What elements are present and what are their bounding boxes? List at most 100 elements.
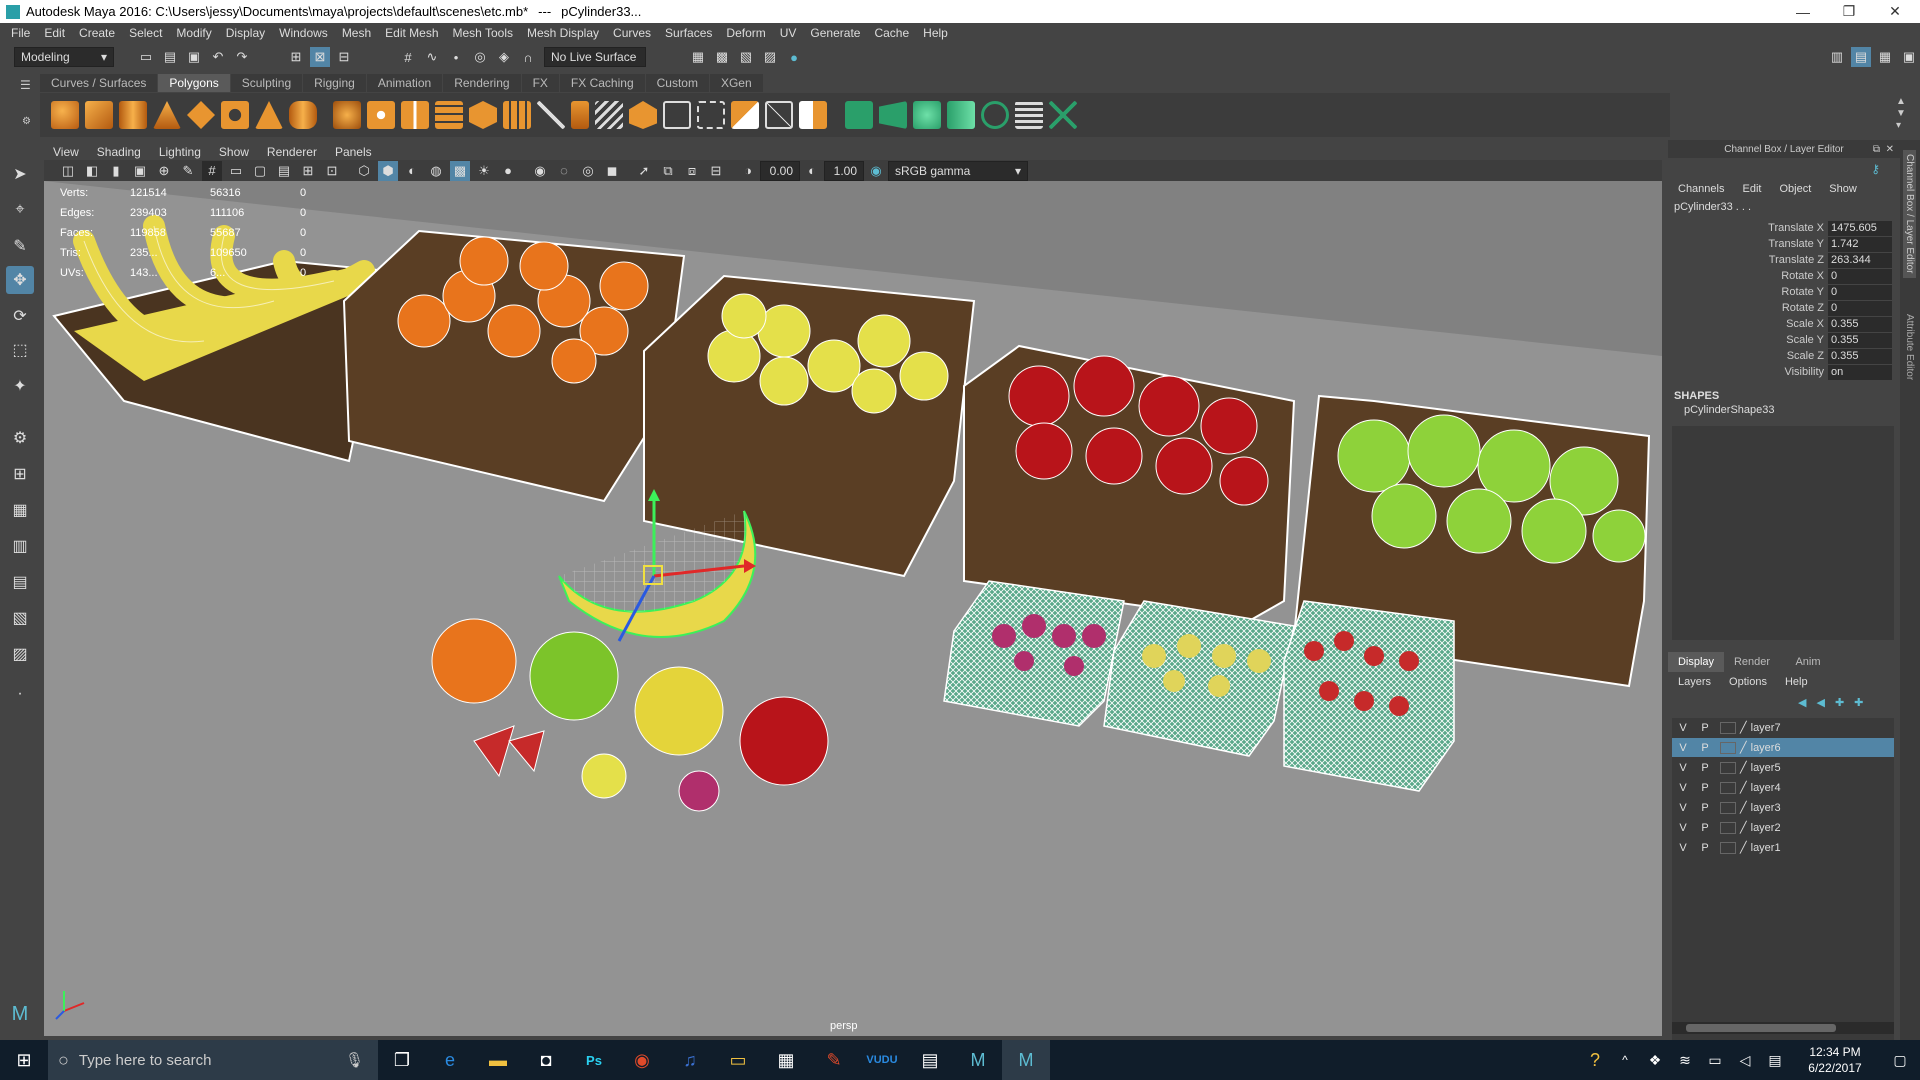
render-view-icon[interactable]: ▦ [688,47,708,67]
gate-mask-icon[interactable]: ▤ [274,161,294,181]
microphone-icon[interactable]: 🎙 [345,1051,364,1069]
channel-box-toggle-icon[interactable]: ▤ [1851,47,1871,67]
shape-name[interactable]: pCylinderShape33 [1668,402,1900,416]
workspace-icon[interactable]: ▥ [1827,47,1847,67]
windows-start-icon[interactable]: ⊞ [0,1040,48,1080]
lasso-tool-icon[interactable]: ⌖ [6,196,34,224]
soft-select-icon[interactable]: ⚙ [6,424,34,452]
tab-render[interactable]: Render [1724,652,1780,672]
attr-scale-x[interactable]: Scale X 0.355 [1668,316,1900,332]
tab-display[interactable]: Display [1668,652,1724,672]
show-menu[interactable]: Show [1829,183,1857,195]
perspective-viewport[interactable] [44,181,1662,1036]
wireframe-icon[interactable]: ⬡ [354,161,374,181]
shelf-tab-curves-surfaces[interactable]: Curves / Surfaces [40,74,158,92]
open-scene-icon[interactable]: ▤ [160,47,180,67]
select-object-icon[interactable]: ⊠ [310,47,330,67]
render-frame-icon[interactable]: ▩ [712,47,732,67]
shelf-tab-xgen[interactable]: XGen [709,74,763,92]
photoshop-icon[interactable]: Ps [570,1040,618,1080]
live-surface-field[interactable]: No Live Surface [544,47,646,67]
menu-surfaces[interactable]: Surfaces [658,26,719,40]
layer-color-swatch[interactable] [1720,781,1736,794]
boolean-icon[interactable] [435,101,463,129]
persp-graph-layout-icon[interactable]: ▨ [6,640,34,668]
tab-anim[interactable]: Anim [1780,652,1836,672]
edit-menu[interactable]: Edit [1742,183,1761,195]
poly-pipe-icon[interactable] [289,101,317,129]
menu-mesh-display[interactable]: Mesh Display [520,26,606,40]
single-perspective-layout-icon[interactable]: ⊞ [6,460,34,488]
viewport-menu-renderer[interactable]: Renderer [258,145,326,159]
taskbar-clock[interactable]: 12:34 PM 6/22/2017 [1790,1044,1880,1076]
tray-expand-icon[interactable]: ^ [1610,1040,1640,1080]
xray-components-icon[interactable]: ⊟ [706,161,726,181]
shelf-settings-icon[interactable]: ⚙ [22,116,31,127]
shelf-tab-fx[interactable]: FX [521,74,559,92]
shelf-tab-fx-caching[interactable]: FX Caching [559,74,645,92]
layer-color-swatch[interactable] [1720,841,1736,854]
layer-edit-icon[interactable]: ╱ [1740,801,1747,814]
attr-translate-z[interactable]: Translate Z 263.344 [1668,252,1900,268]
move-layer-up-icon[interactable]: ◀ [1798,696,1806,709]
menu-file[interactable]: File [4,26,37,40]
attr-scale-z[interactable]: Scale Z 0.355 [1668,348,1900,364]
layer-edit-icon[interactable]: ╱ [1740,841,1747,854]
poly-torus-icon[interactable] [221,101,249,129]
bookmark-icon[interactable]: ▮ [106,161,126,181]
xray-icon[interactable]: ⧉ [658,161,678,181]
keyboard-tray-icon[interactable]: ▤ [1760,1040,1790,1080]
new-layer-icon[interactable]: ✚ [1835,696,1844,709]
sticky-notes-icon[interactable]: ▭ [714,1040,762,1080]
scrollbar-thumb[interactable] [1686,1024,1836,1032]
layer-row[interactable]: V P ╱ layer5 [1672,758,1894,778]
wifi-tray-icon[interactable]: ≋ [1670,1040,1700,1080]
menu-mesh-tools[interactable]: Mesh Tools [446,26,520,40]
layout-uv-icon[interactable] [1049,101,1077,129]
viewport-menu-view[interactable]: View [44,145,88,159]
select-component-icon[interactable]: ⊟ [334,47,354,67]
attr-translate-y[interactable]: Translate Y 1.742 [1668,236,1900,252]
bridge-icon[interactable] [503,101,531,129]
taskbar-search-box[interactable]: ○ Type here to search 🎙 [48,1040,378,1080]
maya-taskbar-icon[interactable]: M [954,1040,1002,1080]
grid-icon[interactable]: # [202,160,222,181]
layer-edit-icon[interactable]: ╱ [1740,721,1747,734]
menu-modify[interactable]: Modify [169,26,218,40]
extrude-icon[interactable] [469,101,497,129]
task-view-icon[interactable]: ❐ [378,1040,426,1080]
snap-view-icon[interactable]: ◎ [470,47,490,67]
planar-map-icon[interactable] [879,101,907,129]
attr-visibility[interactable]: Visibility on [1668,364,1900,380]
store-icon[interactable]: ◘ [522,1040,570,1080]
xray-joints-icon[interactable]: ⧈ [682,161,702,181]
vudu-icon[interactable]: VUDU [858,1040,906,1080]
attr-rotate-y[interactable]: Rotate Y0 [1668,284,1900,300]
poly-cube-icon[interactable] [85,101,113,129]
viewport-menu-lighting[interactable]: Lighting [150,145,210,159]
new-layer-selected-icon[interactable]: ✚ [1854,696,1863,709]
options-menu[interactable]: Options [1729,676,1767,688]
grease-pencil-icon[interactable]: ✎ [178,161,198,181]
snap-surface-icon[interactable]: ◈ [494,47,514,67]
ambient-occlusion-icon[interactable]: ◉ [530,161,550,181]
camera-attributes-icon[interactable]: ◧ [82,161,102,181]
select-hierarchy-icon[interactable]: ⊞ [286,47,306,67]
color-management-icon[interactable]: ◉ [866,161,886,181]
smooth-icon[interactable] [401,101,429,129]
music-app-icon[interactable]: ♫ [666,1040,714,1080]
side-tab-channel-box[interactable]: Channel Box / Layer Editor [1903,150,1916,278]
layer-color-swatch[interactable] [1720,801,1736,814]
exposure-field[interactable]: 0.00 [760,160,800,181]
poly-cylinder-icon[interactable] [119,101,147,129]
layer-edit-icon[interactable]: ╱ [1740,741,1747,754]
spherical-map-icon[interactable] [981,101,1009,129]
layer-edit-icon[interactable]: ╱ [1740,821,1747,834]
layer-row[interactable]: V P ╱ layer3 [1672,798,1894,818]
poly-sphere-icon[interactable] [51,101,79,129]
safe-action-icon[interactable]: ⊡ [322,161,342,181]
separate-icon[interactable] [367,101,395,129]
shelf-tab-custom[interactable]: Custom [645,74,709,92]
attr-rotate-z[interactable]: Rotate Z0 [1668,300,1900,316]
triangulate-icon[interactable] [765,101,793,129]
